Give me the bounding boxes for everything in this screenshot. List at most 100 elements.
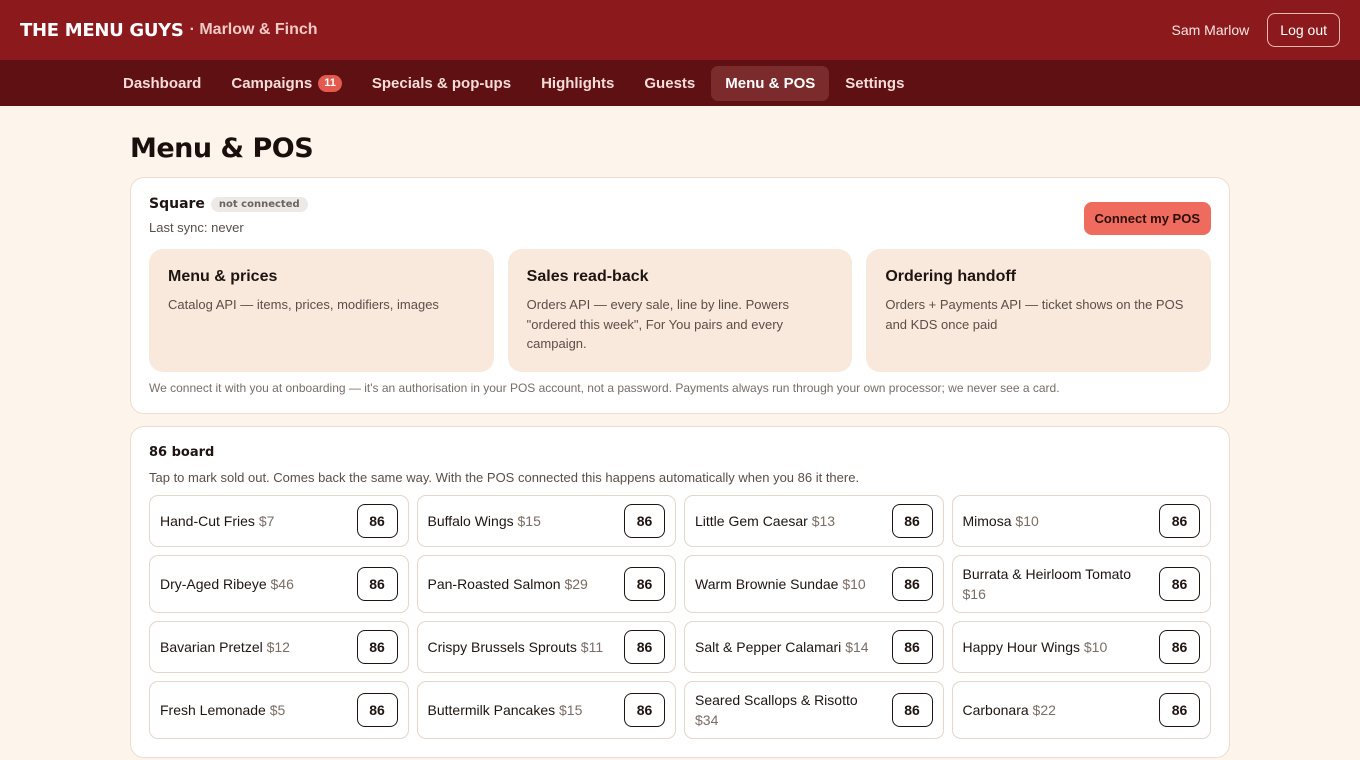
- mark-86-button[interactable]: 86: [624, 693, 665, 727]
- feature-desc: Catalog API — items, prices, modifiers, …: [168, 297, 439, 312]
- item-name: Buttermilk Pancakes: [427, 702, 556, 718]
- nav-dashboard[interactable]: Dashboard: [109, 66, 215, 101]
- board-item: Mimosa $10 86: [951, 495, 1211, 547]
- nav-label: Settings: [845, 74, 905, 92]
- board-item: Carbonara $22 86: [951, 681, 1211, 739]
- item-price: $12: [266, 639, 290, 655]
- pos-provider: Square: [149, 196, 205, 212]
- mark-86-button[interactable]: 86: [356, 504, 398, 538]
- item-label: Happy Hour Wings $10: [963, 637, 1160, 657]
- feature-desc: Orders API — every sale, line by line. P…: [526, 297, 789, 351]
- item-label: Bavarian Pretzel $12: [160, 637, 357, 657]
- nav-highlights[interactable]: Highlights: [527, 66, 628, 101]
- mark-86-button[interactable]: 86: [356, 630, 398, 664]
- nav-menu-pos[interactable]: Menu & POS: [711, 65, 830, 101]
- item-label: Burrata & Heirloom Tomato $16: [963, 564, 1160, 604]
- mark-86-button[interactable]: 86: [624, 630, 665, 664]
- board-title: 86 board: [149, 445, 215, 460]
- feature-sales-read-back: Sales read-back Orders API — every sale,…: [507, 249, 853, 372]
- board-item: Dry-Aged Ribeye $46 86: [149, 555, 409, 613]
- mark-86-button[interactable]: 86: [891, 504, 933, 538]
- nav-label: Menu & POS: [725, 74, 816, 92]
- item-name: Burrata & Heirloom Tomato: [962, 566, 1132, 582]
- item-price: $5: [269, 702, 286, 718]
- board-item: Burrata & Heirloom Tomato $16 86: [951, 555, 1211, 613]
- mark-86-button[interactable]: 86: [1159, 630, 1200, 664]
- mark-86-button[interactable]: 86: [624, 567, 665, 601]
- pos-info: Square not connected Last sync: never: [149, 196, 308, 235]
- mark-86-button[interactable]: 86: [356, 567, 398, 601]
- board-grid: Hand-Cut Fries $7 86 Buffalo Wings $15 86 Li…: [149, 495, 1211, 739]
- feature-menu-prices: Menu & prices Catalog API — items, price…: [149, 249, 494, 372]
- nav-campaigns[interactable]: Campaigns 11: [217, 66, 356, 101]
- mark-86-button[interactable]: 86: [356, 693, 398, 727]
- board-item: Bavarian Pretzel $12 86: [149, 621, 409, 673]
- status-badge: not connected: [210, 196, 308, 212]
- nav-guests[interactable]: Guests: [630, 66, 709, 101]
- item-label: Warm Brownie Sundae $10: [695, 574, 892, 594]
- pos-footnote: We connect it with you at onboarding — i…: [149, 381, 1060, 395]
- item-name: Fresh Lemonade: [160, 702, 266, 718]
- mark-86-button[interactable]: 86: [1159, 693, 1200, 727]
- mark-86-button[interactable]: 86: [1159, 567, 1200, 601]
- item-price: $15: [517, 513, 541, 529]
- mark-86-button[interactable]: 86: [891, 630, 933, 664]
- board-item: Pan-Roasted Salmon $29 86: [416, 555, 676, 613]
- item-name: Little Gem Caesar: [695, 513, 808, 529]
- board-item: Salt & Pepper Calamari $14 86: [684, 621, 944, 673]
- 86-board-card: 86 board Tap to mark sold out. Comes bac…: [130, 426, 1230, 758]
- item-price: $10: [1083, 639, 1108, 655]
- item-label: Buffalo Wings $15: [428, 511, 625, 531]
- pos-header: Square not connected Last sync: never Co…: [149, 196, 1211, 235]
- item-price: $14: [845, 639, 869, 655]
- item-label: Mimosa $10: [963, 511, 1160, 531]
- item-name: Happy Hour Wings: [962, 639, 1081, 655]
- campaigns-count-badge: 11: [318, 74, 342, 92]
- connect-pos-button[interactable]: Connect my POS: [1083, 202, 1211, 235]
- item-name: Hand-Cut Fries: [160, 513, 255, 529]
- item-name: Pan-Roasted Salmon: [427, 576, 561, 592]
- item-label: Carbonara $22: [963, 700, 1160, 720]
- board-item: Happy Hour Wings $10 86: [951, 621, 1211, 673]
- nav-label: Specials & pop-ups: [371, 74, 512, 92]
- mark-86-button[interactable]: 86: [1159, 504, 1200, 538]
- item-label: Dry-Aged Ribeye $46: [160, 574, 357, 594]
- board-item: Warm Brownie Sundae $10 86: [684, 555, 944, 613]
- board-desc: Tap to mark sold out. Comes back the sam…: [149, 470, 860, 485]
- brand-logo[interactable]: THE MENU GUYS: [20, 20, 184, 41]
- logout-button[interactable]: Log out: [1267, 13, 1340, 47]
- item-price: $10: [1015, 513, 1039, 529]
- feature-desc: Orders + Payments API — ticket shows on …: [885, 297, 1184, 332]
- page-title: Menu & POS: [130, 133, 314, 164]
- item-label: Little Gem Caesar $13: [695, 511, 892, 531]
- user-name: Sam Marlow: [1171, 22, 1250, 38]
- board-item: Buttermilk Pancakes $15 86: [416, 681, 676, 739]
- item-price: $11: [580, 639, 604, 655]
- item-name: Warm Brownie Sundae: [695, 576, 839, 592]
- item-label: Pan-Roasted Salmon $29: [428, 574, 625, 594]
- item-price: $29: [564, 576, 588, 592]
- account-area: Sam Marlow Log out: [1171, 13, 1340, 47]
- nav-label: Dashboard: [123, 74, 202, 92]
- board-item: Fresh Lemonade $5 86: [149, 681, 409, 739]
- nav-label: Highlights: [541, 74, 615, 92]
- item-label: Crispy Brussels Sprouts $11: [428, 637, 625, 657]
- mark-86-button[interactable]: 86: [624, 504, 665, 538]
- mark-86-button[interactable]: 86: [891, 693, 933, 727]
- item-name: Dry-Aged Ribeye: [160, 576, 267, 592]
- item-label: Salt & Pepper Calamari $14: [695, 637, 892, 657]
- main-nav: Dashboard Campaigns 11 Specials & pop-ups…: [0, 60, 1360, 106]
- nav-settings[interactable]: Settings: [831, 66, 918, 101]
- item-price: $34: [695, 712, 719, 728]
- nav-specials[interactable]: Specials & pop-ups: [358, 66, 525, 101]
- item-price: $13: [811, 513, 836, 529]
- feature-title: Ordering handoff: [885, 268, 1016, 285]
- item-price: $16: [962, 586, 986, 602]
- item-name: Seared Scallops & Risotto: [695, 692, 858, 708]
- main-content: Menu & POS Square not connected Last syn…: [0, 133, 1360, 758]
- item-label: Seared Scallops & Risotto $34: [695, 690, 892, 730]
- mark-86-button[interactable]: 86: [891, 567, 933, 601]
- pos-title: Square not connected: [149, 196, 308, 212]
- feature-ordering-handoff: Ordering handoff Orders + Payments API —…: [866, 249, 1212, 372]
- nav-label: Guests: [644, 74, 696, 92]
